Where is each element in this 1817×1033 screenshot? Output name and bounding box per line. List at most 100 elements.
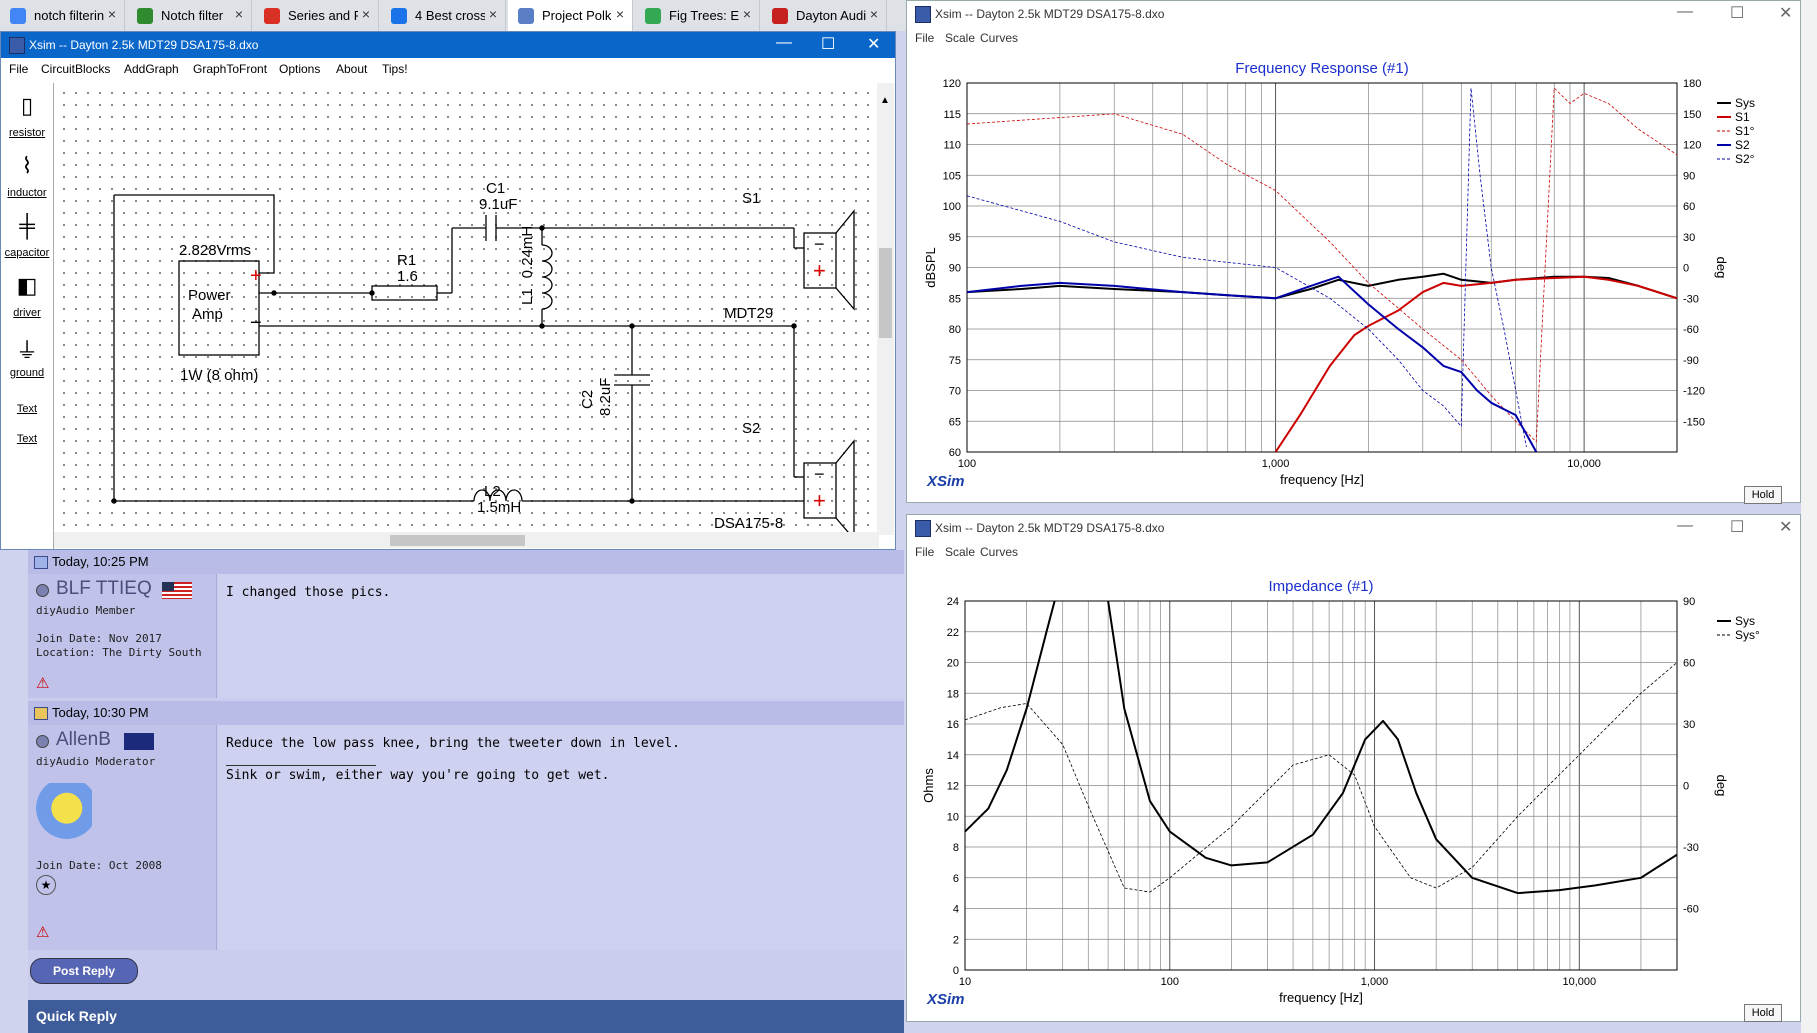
tab-close-icon[interactable]: ×: [489, 6, 497, 22]
x-tick-label: 1,000: [1262, 458, 1290, 470]
y2-tick-label: 180: [1683, 78, 1701, 90]
minimize-icon[interactable]: —: [776, 34, 792, 52]
minimize-icon[interactable]: —: [1677, 3, 1693, 21]
menu-item[interactable]: Scale: [945, 545, 975, 559]
tab-close-icon[interactable]: ×: [870, 6, 878, 22]
report-post-icon[interactable]: ⚠: [36, 923, 49, 941]
graph-title-bar: Xsim -- Dayton 2.5k MDT29 DSA175-8.dxo —…: [907, 1, 1800, 27]
y-tick-label: 24: [947, 596, 959, 608]
vertical-scroll-thumb[interactable]: [879, 248, 892, 338]
tab-label: Fig Trees: Ev: [669, 8, 739, 23]
tab-close-icon[interactable]: ×: [362, 6, 370, 22]
scroll-up-icon[interactable]: ▲: [880, 95, 890, 106]
tab-favicon-icon: [772, 8, 788, 24]
tab-close-icon[interactable]: ×: [235, 6, 243, 22]
s1-minus-sign: −: [814, 234, 825, 254]
driver-tool-icon[interactable]: ◧: [4, 273, 50, 299]
resistor-tool-icon[interactable]: ▯: [4, 93, 50, 119]
c2-name: C2: [579, 390, 596, 409]
browser-tab[interactable]: Project Polk ×: [508, 0, 633, 31]
join-date: Join Date: Nov 2017: [36, 632, 162, 645]
tool-label-resistor[interactable]: resistor: [4, 127, 50, 139]
y-tick-label: 115: [943, 109, 961, 121]
x-axis-label: frequency [Hz]: [1280, 472, 1364, 487]
menu-item[interactable]: AddGraph: [124, 62, 179, 76]
maximize-icon[interactable]: ☐: [821, 34, 835, 54]
menu-item[interactable]: Options: [279, 62, 320, 76]
tab-favicon-icon: [391, 8, 407, 24]
impedance-window: Xsim -- Dayton 2.5k MDT29 DSA175-8.dxo —…: [906, 514, 1801, 1022]
tool-label-inductor[interactable]: inductor: [4, 187, 50, 199]
menu-item[interactable]: Tips!: [382, 62, 408, 76]
inductor-l1[interactable]: [541, 244, 553, 310]
x-tick-label: 10: [959, 976, 971, 988]
y-tick-label: 65: [949, 416, 961, 428]
close-icon[interactable]: ✕: [867, 34, 880, 54]
capacitor-tool-icon[interactable]: ╪: [4, 213, 50, 239]
username[interactable]: AllenB: [56, 729, 111, 751]
y-tick-label: 70: [949, 386, 961, 398]
tab-favicon-icon: [518, 8, 534, 24]
horizontal-scrollbar[interactable]: [54, 532, 879, 548]
menu-item[interactable]: CircuitBlocks: [41, 62, 110, 76]
tool-label-driver[interactable]: driver: [4, 307, 50, 319]
x-tick-label: 1,000: [1361, 976, 1389, 988]
menu-item[interactable]: About: [336, 62, 367, 76]
menu-item[interactable]: File: [915, 545, 934, 559]
series-line-s2: [967, 275, 1538, 452]
tool-label-text[interactable]: Text: [4, 433, 50, 445]
minimize-icon[interactable]: —: [1677, 517, 1693, 535]
x-tick-label: 10,000: [1567, 458, 1601, 470]
tab-favicon-icon: [645, 8, 661, 24]
tool-label-ground[interactable]: ground: [4, 367, 50, 379]
y2-axis-label: deg: [1714, 775, 1729, 797]
maximize-icon[interactable]: ☐: [1730, 3, 1744, 23]
tab-close-icon[interactable]: ×: [743, 6, 751, 22]
post-reply-button[interactable]: Post Reply: [30, 958, 138, 984]
tool-label-capacitor[interactable]: capacitor: [4, 247, 50, 259]
horizontal-scroll-thumb[interactable]: [390, 535, 525, 546]
menu-item[interactable]: Scale: [945, 31, 975, 45]
tab-label: Project Polk: [542, 8, 612, 23]
wire-ground-loop: [113, 195, 474, 502]
user-location: Location: The Dirty South: [36, 646, 202, 659]
menu-item[interactable]: File: [9, 62, 28, 76]
report-post-icon[interactable]: ⚠: [36, 674, 49, 692]
menu-item[interactable]: GraphToFront: [193, 62, 267, 76]
y2-tick-label: 0: [1683, 263, 1689, 275]
tab-close-icon[interactable]: ×: [616, 6, 624, 22]
hold-button[interactable]: Hold: [1744, 486, 1782, 504]
l1-label: L10.24mH: [519, 226, 536, 305]
close-icon[interactable]: ✕: [1779, 517, 1792, 537]
amp-label-line2: Amp: [192, 306, 223, 323]
post-body: I changed those pics.: [218, 574, 904, 698]
ground-tool-icon[interactable]: ⏚: [4, 333, 50, 365]
x-tick-label: 100: [958, 458, 976, 470]
browser-tab[interactable]: Series and P ×: [254, 0, 379, 31]
user-role: diyAudio Member: [36, 604, 136, 617]
c2-value: 8.2uF: [597, 378, 614, 416]
tab-close-icon[interactable]: ×: [108, 6, 116, 22]
maximize-icon[interactable]: ☐: [1730, 517, 1744, 537]
browser-tab[interactable]: Dayton Audi ×: [762, 0, 887, 31]
hold-button[interactable]: Hold: [1744, 1004, 1782, 1022]
quick-reply-header[interactable]: Quick Reply: [28, 1000, 904, 1033]
user-avatar[interactable]: [36, 783, 92, 839]
y-axis-label: Ohms: [921, 768, 936, 803]
browser-tab[interactable]: Fig Trees: Ev ×: [635, 0, 760, 31]
resistor-r1[interactable]: [371, 285, 438, 301]
username[interactable]: BLF TTIEQ: [56, 578, 152, 600]
browser-tab[interactable]: 4 Best cross ×: [381, 0, 506, 31]
menu-item[interactable]: Curves: [980, 545, 1018, 559]
tab-favicon-icon: [137, 8, 153, 24]
tool-label-text[interactable]: Text: [4, 403, 50, 415]
close-icon[interactable]: ✕: [1779, 3, 1792, 23]
schematic-canvas[interactable]: 2.828Vrms Power Amp 1W (8 ohm) C1 9.1uF …: [54, 83, 879, 541]
vertical-scrollbar[interactable]: ▲: [877, 83, 894, 535]
browser-tab[interactable]: notch filterin ×: [0, 0, 125, 31]
menu-item[interactable]: Curves: [980, 31, 1018, 45]
menu-item[interactable]: File: [915, 31, 934, 45]
junction-dot: [271, 290, 277, 296]
inductor-tool-icon[interactable]: ⌇: [4, 153, 50, 179]
browser-tab[interactable]: Notch filter ×: [127, 0, 252, 31]
